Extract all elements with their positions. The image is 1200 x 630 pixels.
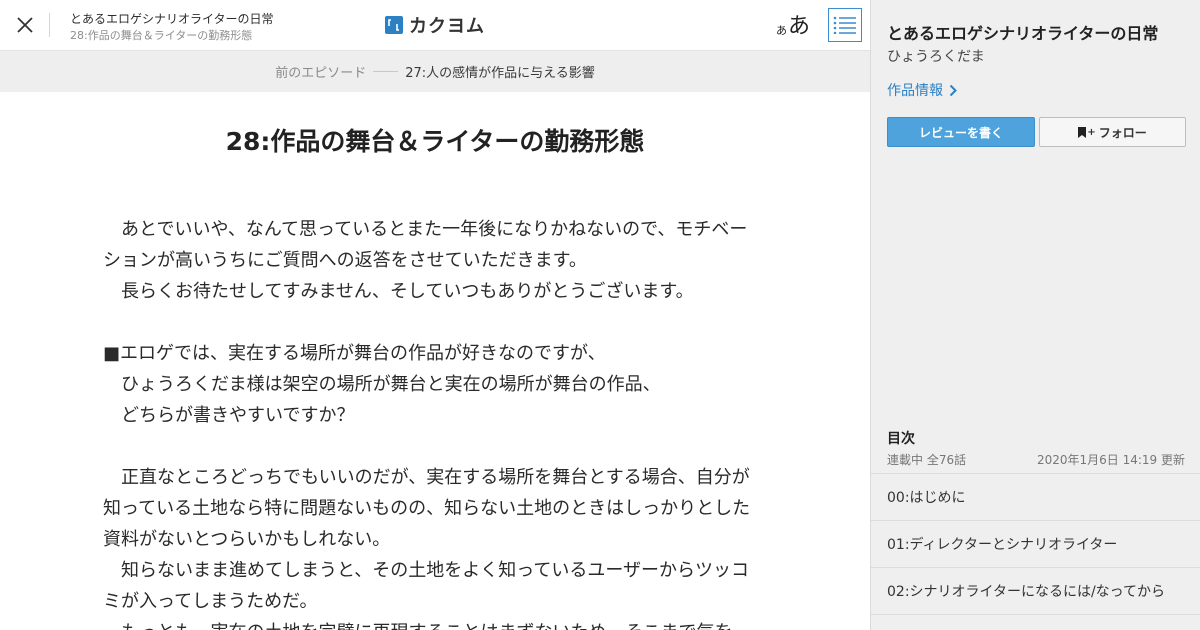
body-line: ひょうろくだま様は架空の場所が舞台と実在の場所が舞台の作品、 <box>103 374 661 395</box>
close-button[interactable] <box>8 8 42 42</box>
close-icon <box>17 17 33 33</box>
episode-title: 28:作品の舞台＆ライターの勤務形態 <box>225 127 645 156</box>
toc-item-label: 02:シナリオライターになるには/なってから <box>887 584 1165 600</box>
toc-item[interactable]: 00:はじめに <box>871 474 1200 521</box>
previous-episode-link[interactable]: 27:人の感情が作品に与える影響 <box>405 62 595 81</box>
body-line: 知っている土地なら特に問題ないものの、知らない土地のときはしっかりとした <box>103 498 751 519</box>
toc-list: 00:はじめに 01:ディレクターとシナリオライター 02:シナリオライターにな… <box>871 473 1200 615</box>
previous-episode-divider <box>373 71 399 72</box>
body-line: 長らくお待たせしてすみません、そしていつもありがとうございます。 <box>103 281 694 302</box>
follow-button[interactable]: + フォロー <box>1039 117 1186 147</box>
previous-episode-bar[interactable]: 前のエピソード 27:人の感情が作品に与える影響 <box>0 51 870 92</box>
follow-plus: + <box>1087 126 1096 138</box>
write-review-button[interactable]: レビューを書く <box>887 117 1035 147</box>
sidebar-work-title[interactable]: とあるエロゲシナリオライターの日常 <box>887 20 1158 44</box>
header-work-title[interactable]: とあるエロゲシナリオライターの日常 <box>70 10 274 27</box>
body-line: あとでいいや、なんて思っているとまた一年後になりかねないので、モチベー <box>103 219 748 240</box>
reader-pane: とあるエロゲシナリオライターの日常 28:作品の舞台＆ライターの勤務形態 カクヨ… <box>0 0 870 630</box>
body-line <box>103 307 763 338</box>
body-line: ■エロゲでは、実在する場所が舞台の作品が好きなのですが、 <box>103 343 606 364</box>
body-line: ミが入ってしまうためだ。 <box>103 591 318 612</box>
font-size-large-glyph: あ <box>788 14 811 39</box>
toc-heading: 目次 <box>887 431 915 447</box>
body-line: もっとも、実在の土地を完璧に再現することはまずないため、そこまで気を <box>103 617 763 630</box>
previous-episode-label: 前のエピソード <box>275 66 367 81</box>
top-bar: とあるエロゲシナリオライターの日常 28:作品の舞台＆ライターの勤務形態 カクヨ… <box>0 0 870 51</box>
body-line: ションが高いうちにご質問への返答をさせていただきます。 <box>103 250 587 271</box>
follow-label: フォロー <box>1098 125 1147 140</box>
toc-status: 連載中 全76話 <box>887 453 967 467</box>
episode-body: あとでいいや、なんて思っているとまた一年後になりかねないので、モチベー ションが… <box>103 214 763 630</box>
font-size-small-glyph: あ <box>776 24 787 37</box>
body-line: 知らないまま進めてしまうと、その土地をよく知っているユーザーからツッコ <box>103 560 750 581</box>
bookmark-icon <box>1078 126 1087 138</box>
toc-item-label: 00:はじめに <box>887 490 966 506</box>
body-line: 正直なところどっちでもいいのだが、実在する場所を舞台とする場合、自分が <box>103 467 750 488</box>
body-line: どちらが書きやすいですか？ <box>103 405 355 426</box>
body-line <box>103 431 763 462</box>
font-size-button[interactable]: あ あ <box>776 9 810 41</box>
kakuyomu-logo-icon <box>385 16 403 34</box>
toc-item[interactable]: 02:シナリオライターになるには/なってから <box>871 568 1200 615</box>
toc-toggle-button[interactable] <box>828 8 862 42</box>
write-review-label: レビューを書く <box>918 125 1003 140</box>
chevron-right-icon <box>949 84 957 96</box>
site-logo[interactable]: カクヨム <box>385 12 485 38</box>
header-divider <box>49 13 50 37</box>
sidebar-author[interactable]: ひょうろくだま <box>887 46 985 66</box>
list-icon <box>833 16 856 34</box>
sidebar: とあるエロゲシナリオライターの日常 ひょうろくだま 作品情報 レビューを書く +… <box>870 0 1200 630</box>
logo-text: カクヨム <box>409 16 485 37</box>
body-line: 資料がないとつらいかもしれない。 <box>103 529 391 550</box>
work-info-label: 作品情報 <box>887 83 943 99</box>
toc-item-label: 01:ディレクターとシナリオライター <box>887 537 1118 553</box>
header-episode-title: 28:作品の舞台＆ライターの勤務形態 <box>70 29 253 42</box>
toc-item[interactable]: 01:ディレクターとシナリオライター <box>871 521 1200 568</box>
toc-updated: 2020年1月6日 14:19 更新 <box>1036 453 1185 467</box>
work-info-link[interactable]: 作品情報 <box>887 80 957 100</box>
